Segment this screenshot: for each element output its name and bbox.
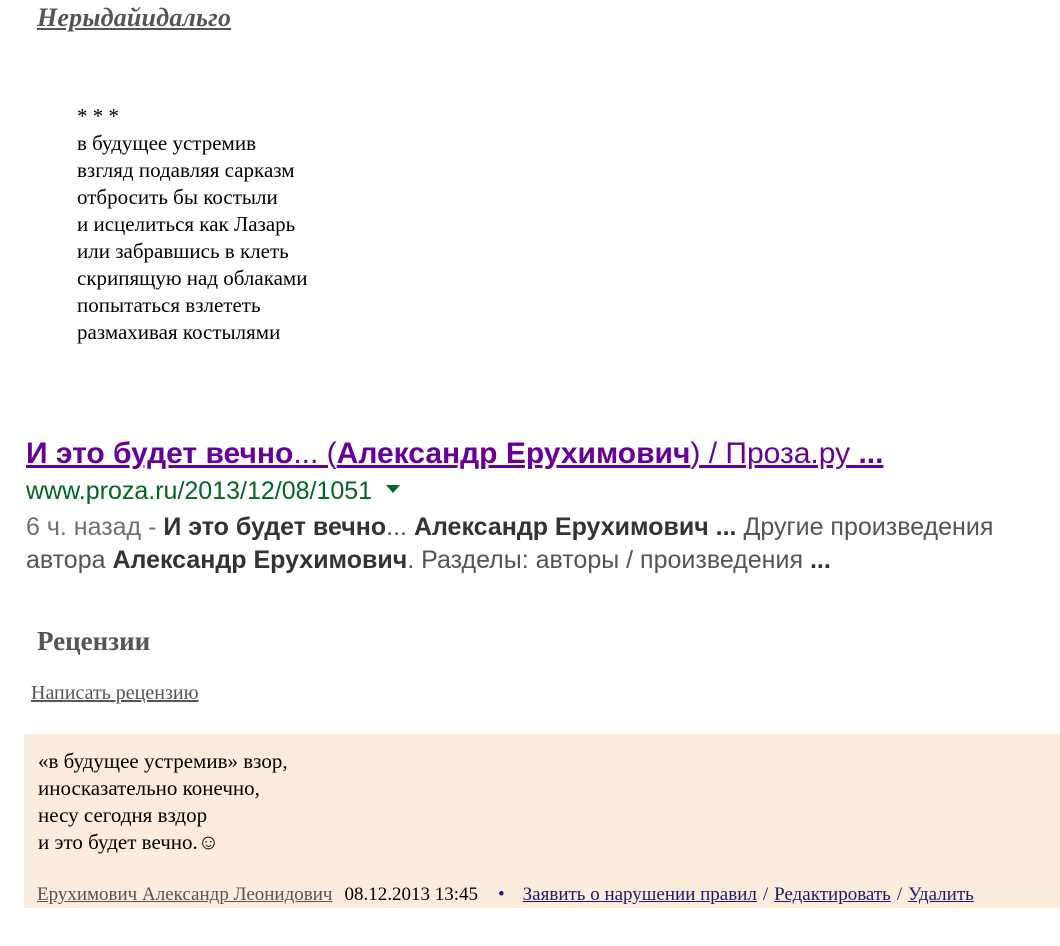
search-result-title-link[interactable]: И это будет вечно... (Александр Ерухимов… [26,434,883,474]
delete-review-link[interactable]: Удалить [908,884,974,905]
bullet-separator: • [498,884,505,905]
write-review-link[interactable]: Написать рецензию [31,682,199,705]
title-part: ) / Проза.ру [690,437,859,470]
chevron-down-icon[interactable] [386,485,401,494]
poem-line: скрипящую над облаками [77,266,308,290]
review-author-link[interactable]: Ерухимович Александр Леонидович [37,884,332,905]
review-line: иносказательно конечно, [38,776,260,800]
action-separator: / [762,884,769,905]
poem-line: отбросить бы костыли [77,185,278,209]
snippet-text: . Разделы: авторы / произведения [407,546,810,574]
edit-review-link[interactable]: Редактировать [774,884,891,905]
url-text: www.proza.ru/2013/12/08/1051 [26,477,373,505]
poem-line: или забравшись в клеть [77,239,289,263]
poem-line: попытаться взлететь [77,293,261,317]
snippet-bold: Александр Ерухимович [112,546,408,574]
snippet-bold: Александр Ерухимович ... [413,513,737,541]
author-title-link[interactable]: Нерыдайидальго [37,3,231,33]
review-item: «в будущее устремив» взор, иносказательн… [24,734,1060,908]
poem-separator: * * * [77,104,119,128]
title-bold-part: Александр Ерухимович [336,437,691,470]
review-text: «в будущее устремив» взор, иносказательн… [38,748,288,856]
search-result-url: www.proza.ru/2013/12/08/1051 [26,475,401,507]
poem-line: в будущее устремив [77,131,256,155]
poem-line: и исцелиться как Лазарь [77,212,296,236]
review-date: 08.12.2013 13:45 [344,884,478,905]
report-violation-link[interactable]: Заявить о нарушении правил [523,884,757,905]
title-part: ... ( [293,437,337,470]
snippet-text: ... [386,513,414,541]
snippet-age: 6 ч. назад - [26,513,164,541]
search-result-snippet: 6 ч. назад - И это будет вечно... Алекса… [26,511,1056,577]
snippet-bold: И это будет вечно [163,513,387,541]
review-line: несу сегодня вздор [38,803,208,827]
review-footer: Ерухимович Александр Леонидович 08.12.201… [37,884,974,906]
action-separator: / [896,884,903,905]
title-bold-part: И это будет вечно [26,437,294,470]
poem-line: взгляд подавляя сарказм [77,158,295,182]
title-bold-part: ... [858,437,884,470]
review-line: «в будущее устремив» взор, [38,749,288,773]
review-line: и это будет вечно.☺ [38,830,220,854]
snippet-bold: ... [809,546,831,574]
poem-line: размахивая костылями [77,320,281,344]
reviews-heading: Рецензии [37,626,151,656]
poem-text: * * * в будущее устремив взгляд подавляя… [77,103,307,346]
